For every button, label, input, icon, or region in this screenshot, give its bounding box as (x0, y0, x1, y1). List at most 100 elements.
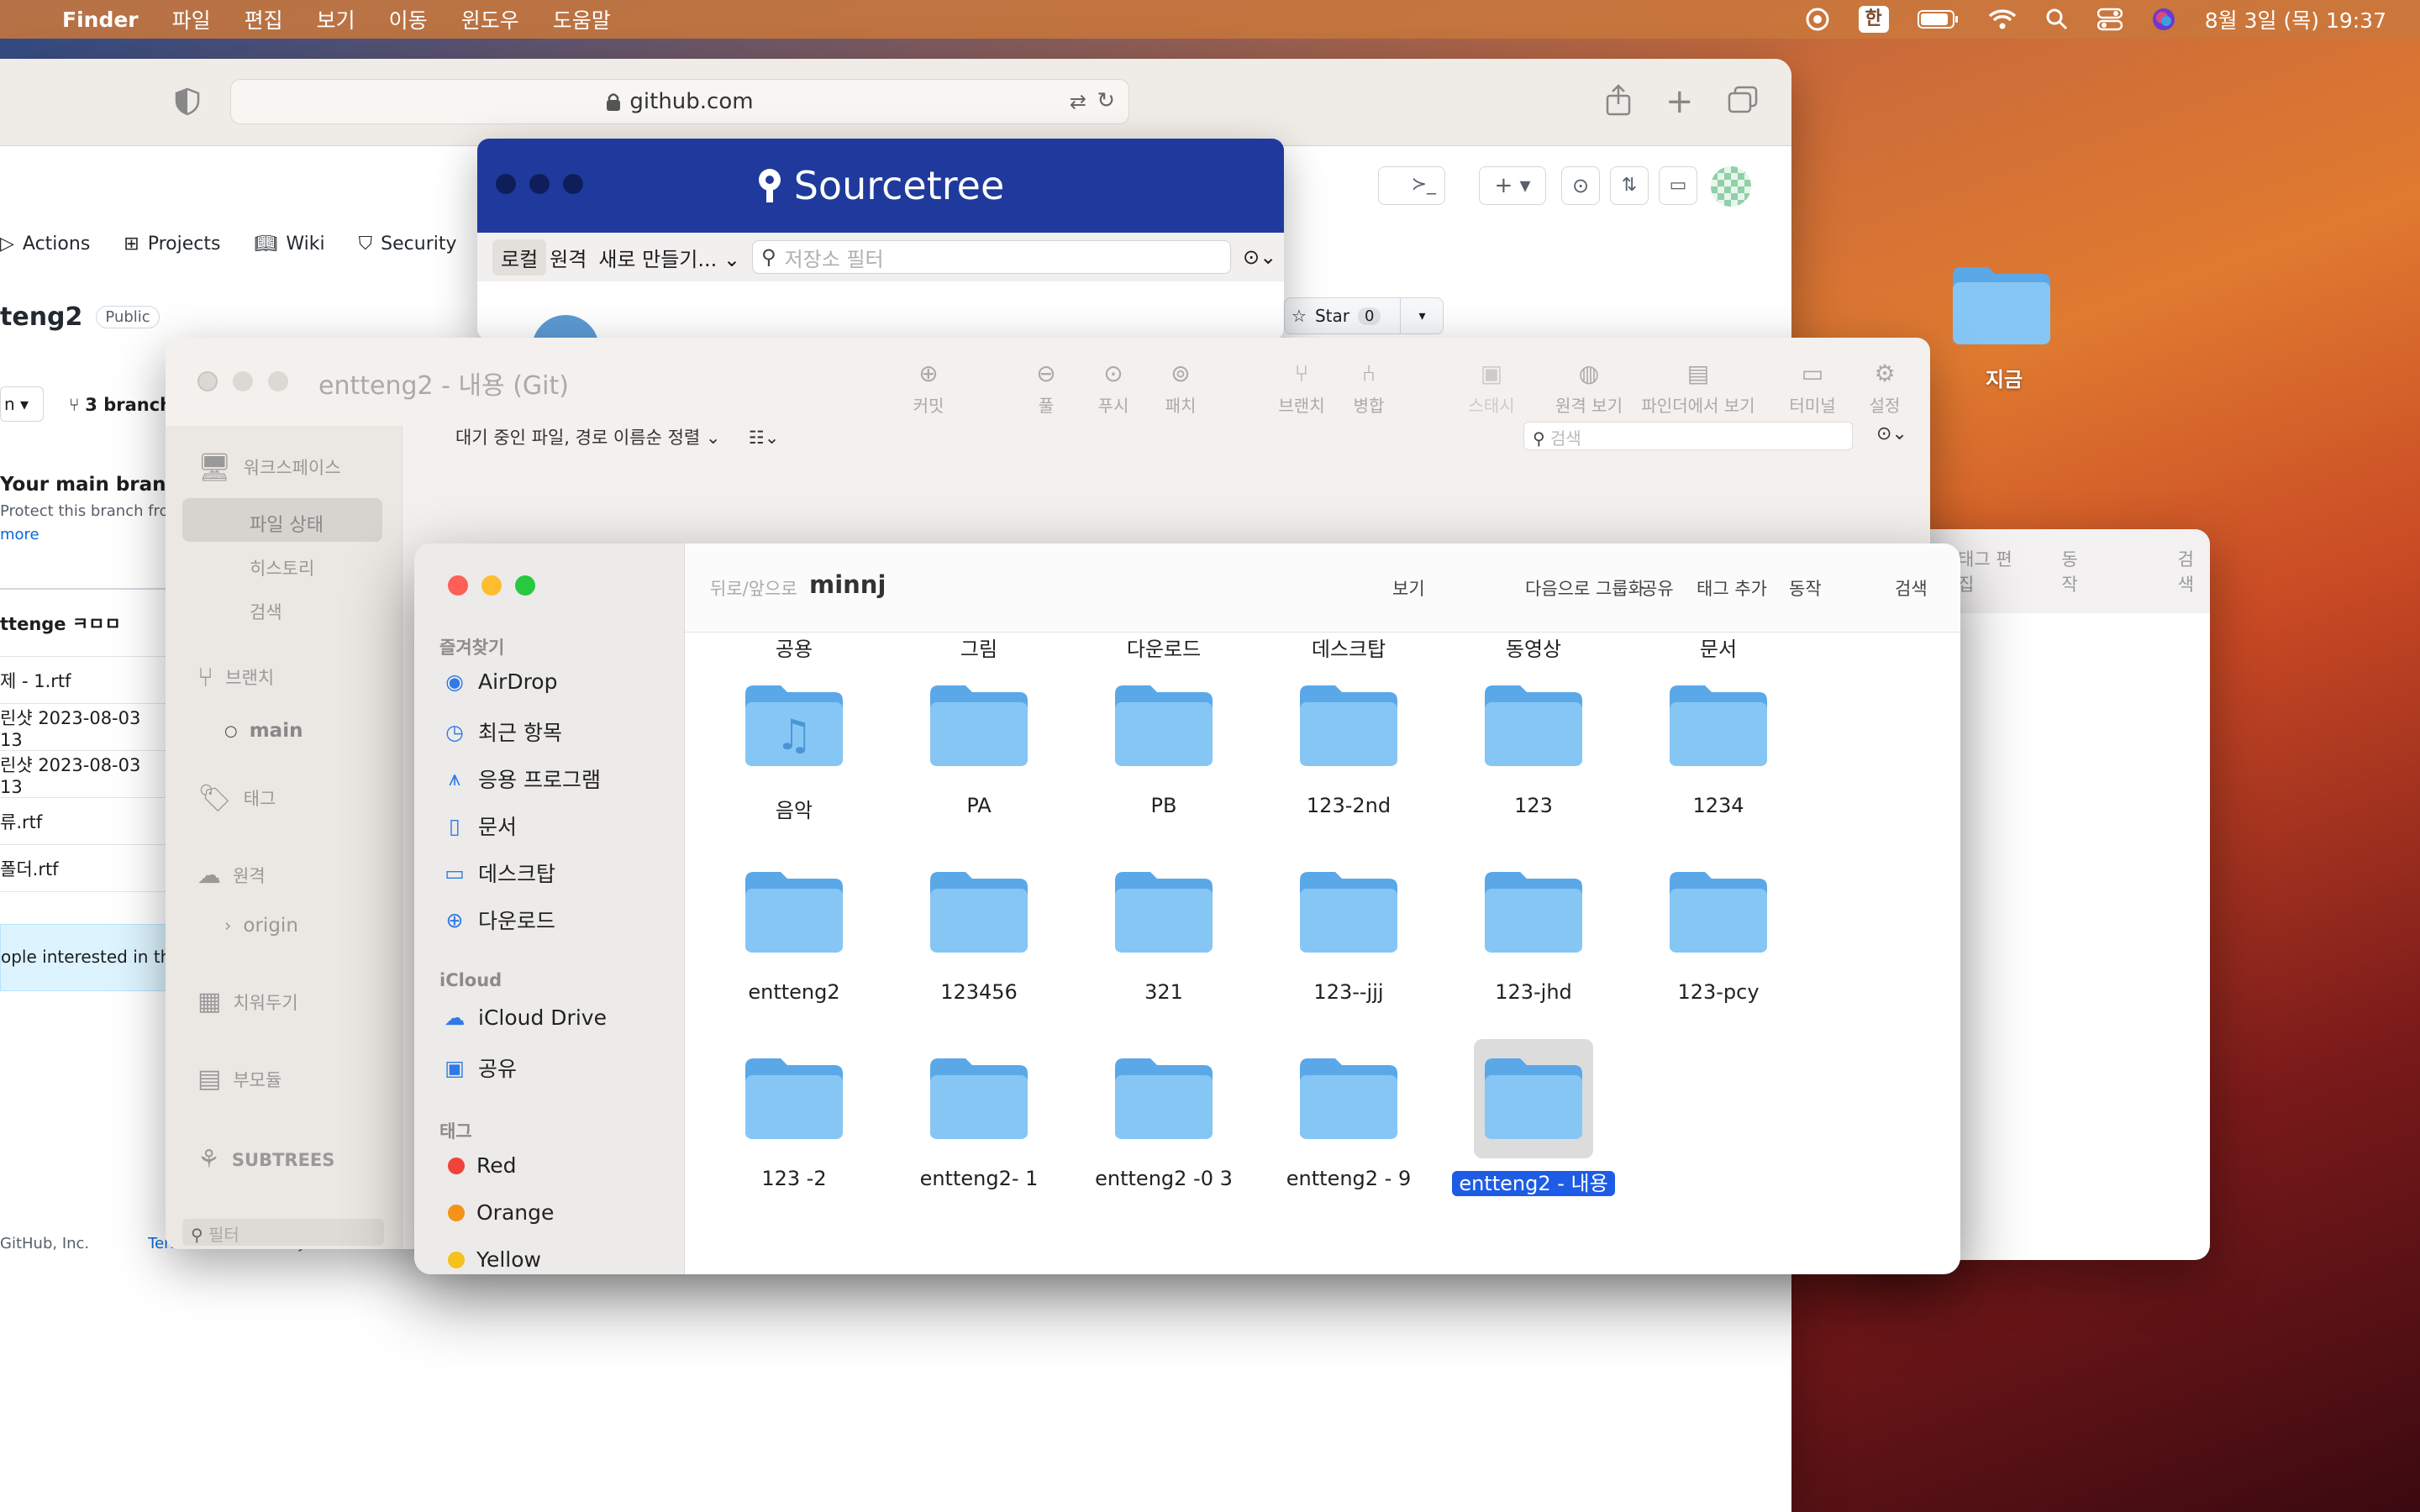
github-command-palette[interactable]: ≻_ (1378, 166, 1445, 205)
sidebar-tag-red[interactable]: Red (448, 1153, 517, 1178)
folder-item[interactable]: entteng2 - 내용 (1449, 1039, 1618, 1196)
file-row[interactable]: 린샷 2023-08-03 13 (0, 704, 168, 751)
close-button[interactable] (448, 575, 468, 596)
file-row[interactable]: 린샷 2023-08-03 13 (0, 751, 168, 798)
folder-item[interactable]: 123-2nd (1265, 666, 1433, 817)
minimize-button[interactable] (233, 371, 253, 391)
finder-window[interactable]: 즐겨찾기 ◉ AirDrop ◷ 최근 항목 ⩚ 응용 프로그램 ▯ 문서 ▭ 데스크탑 … (414, 543, 1960, 1274)
action-button[interactable]: 동작 (2061, 546, 2093, 596)
desktop-folder[interactable]: 지금 (1949, 260, 2059, 392)
menu-item-file[interactable]: 파일 (172, 4, 211, 34)
new-tab-icon[interactable]: + (1665, 82, 1694, 121)
zoom-button[interactable] (515, 575, 535, 596)
folder-item[interactable]: 문서 (1634, 633, 1802, 662)
folder-item[interactable]: 동영상 (1449, 633, 1618, 662)
zoom-button[interactable] (268, 371, 288, 391)
folder-item[interactable]: 123456 (895, 853, 1063, 1004)
sidebar-item-applications[interactable]: ⩚ 응용 프로그램 (443, 764, 601, 794)
more-options-icon[interactable]: ⊙⌄ (1876, 423, 1907, 444)
issues-icon[interactable]: ⊙ (1561, 166, 1600, 205)
back-forward-buttons[interactable]: 뒤로/앞으로 (710, 575, 797, 601)
sidebar-item-shared[interactable]: ▣ 공유 (443, 1053, 517, 1083)
file-row[interactable]: 류.rtf (0, 798, 168, 845)
git-search-input[interactable]: ⚲ 검색 (1523, 422, 1853, 450)
privacy-shield-icon[interactable] (175, 87, 200, 116)
folder-item[interactable]: 그림 (895, 633, 1063, 662)
tab-remote[interactable]: 원격 (550, 243, 587, 272)
address-bar[interactable]: github.com ⇄ ↻ (230, 79, 1129, 124)
action-button[interactable]: 동작 (1789, 575, 1822, 601)
sidebar-remotes[interactable]: ☁︎ 원격 (197, 861, 266, 889)
star-dropdown[interactable]: ▾ (1400, 297, 1444, 334)
file-row[interactable]: 제 - 1.rtf (0, 657, 168, 704)
sidebar-item-downloads[interactable]: ⊕ 다운로드 (443, 905, 556, 935)
remote-view-button[interactable]: ◍ 원격 보기 (1547, 360, 1631, 417)
tab-local[interactable]: 로컬 (492, 239, 547, 276)
sidebar-filter-input[interactable]: ⚲ 필터 (182, 1219, 384, 1246)
sidebar-tag-orange[interactable]: Orange (448, 1200, 554, 1225)
sidebar-item-desktop[interactable]: ▭ 데스크탑 (443, 858, 555, 888)
menu-item-help[interactable]: 도움말 (553, 4, 611, 34)
view-button[interactable]: 보기 (1392, 575, 1425, 601)
sidebar-stashes[interactable]: ▦ 치워두기 (197, 987, 298, 1016)
share-icon[interactable] (1605, 84, 1632, 116)
folder-item[interactable]: 123-jhd (1449, 853, 1618, 1004)
menu-item-go[interactable]: 이동 (389, 4, 428, 34)
sidebar-item-icloud-drive[interactable]: ☁︎ iCloud Drive (443, 1005, 607, 1030)
commit-button[interactable]: ⊕ 커밋 (886, 360, 971, 417)
group-by-button[interactable]: 다음으로 그룹화 (1525, 575, 1644, 601)
fetch-button[interactable]: ⊚ 패치 (1139, 360, 1223, 417)
siri-icon[interactable] (2151, 7, 2176, 32)
sidebar-branches[interactable]: ⑂ 브랜치 (197, 661, 274, 693)
close-button[interactable] (197, 371, 218, 391)
show-in-finder-button[interactable]: ▤ 파인더에서 보기 (1631, 360, 1765, 417)
control-center-icon[interactable] (2096, 8, 2123, 31)
search-button[interactable]: 검색 (1895, 575, 1928, 601)
minimize-button[interactable] (529, 174, 550, 194)
translate-icon[interactable]: ⇄ (1070, 90, 1086, 113)
folder-item[interactable]: 123 -2 (710, 1039, 878, 1190)
folder-item[interactable]: PB (1080, 666, 1248, 817)
sidebar-item-documents[interactable]: ▯ 문서 (443, 811, 517, 841)
screen-record-icon[interactable] (1805, 7, 1830, 32)
file-row[interactable]: 폴더.rtf (0, 845, 168, 892)
avatar[interactable] (1711, 166, 1751, 207)
folder-item[interactable]: 데스크탑 (1265, 633, 1433, 662)
sidebar-item-history[interactable]: 히스토리 (250, 555, 314, 580)
folder-item[interactable]: ♫ 음악 (710, 666, 878, 823)
reload-icon[interactable]: ↻ (1097, 88, 1115, 113)
sidebar-item-recents[interactable]: ◷ 최근 항목 (443, 717, 562, 747)
branch-select[interactable]: n ▾ (0, 386, 44, 422)
tab-security[interactable]: ⛉ Security (359, 234, 457, 255)
folder-item[interactable]: 123 (1449, 666, 1618, 817)
menu-item-view[interactable]: 보기 (317, 4, 355, 34)
minimize-button[interactable] (481, 575, 502, 596)
menu-app-name[interactable]: Finder (62, 8, 139, 32)
merge-button[interactable]: ⑃ 병합 (1327, 360, 1411, 417)
repo-filter-input[interactable]: ⚲ 저장소 필터 (752, 240, 1232, 274)
sidebar-item-file-status[interactable]: 파일 상태 (182, 498, 382, 542)
new-menu[interactable]: 새로 만들기... ⌄ (598, 243, 740, 272)
folder-item[interactable]: entteng2- 1 (895, 1039, 1063, 1190)
tab-wiki[interactable]: 📖︎ Wiki (254, 234, 324, 255)
folder-item[interactable]: entteng2 (710, 853, 878, 1004)
repo-name[interactable]: teng2 (0, 302, 82, 332)
sidebar-item-airdrop[interactable]: ◉ AirDrop (443, 669, 557, 694)
folder-item[interactable]: 321 (1080, 853, 1248, 1004)
search-button[interactable]: 검색 (2178, 546, 2210, 596)
pull-requests-icon[interactable]: ⇅ (1610, 166, 1649, 205)
tab-actions[interactable]: ▷ Actions (0, 234, 90, 255)
settings-button[interactable]: ⚙ 설정 (1843, 360, 1927, 417)
wifi-icon[interactable] (1988, 8, 2017, 30)
folder-item[interactable]: 123-pcy (1634, 853, 1802, 1004)
clock-datetime[interactable]: 8월 3일 (목) 19:37 (2205, 4, 2386, 34)
battery-icon[interactable] (1917, 8, 1960, 30)
sidebar-subtrees[interactable]: ⚘ SUBTREES (197, 1145, 334, 1174)
sidebar-tags[interactable]: 🏷︎ 태그 (197, 782, 276, 814)
add-tag-button[interactable]: 태그 추가 (1697, 575, 1767, 601)
create-new-button[interactable]: + ▾ (1479, 166, 1546, 205)
input-method-badge[interactable]: 한 (1858, 6, 1889, 33)
sidebar-tag-yellow[interactable]: Yellow (448, 1247, 541, 1272)
more-options-icon[interactable]: ⊙⌄ (1243, 245, 1276, 269)
terminal-button[interactable]: ▭ 터미널 (1770, 360, 1854, 417)
